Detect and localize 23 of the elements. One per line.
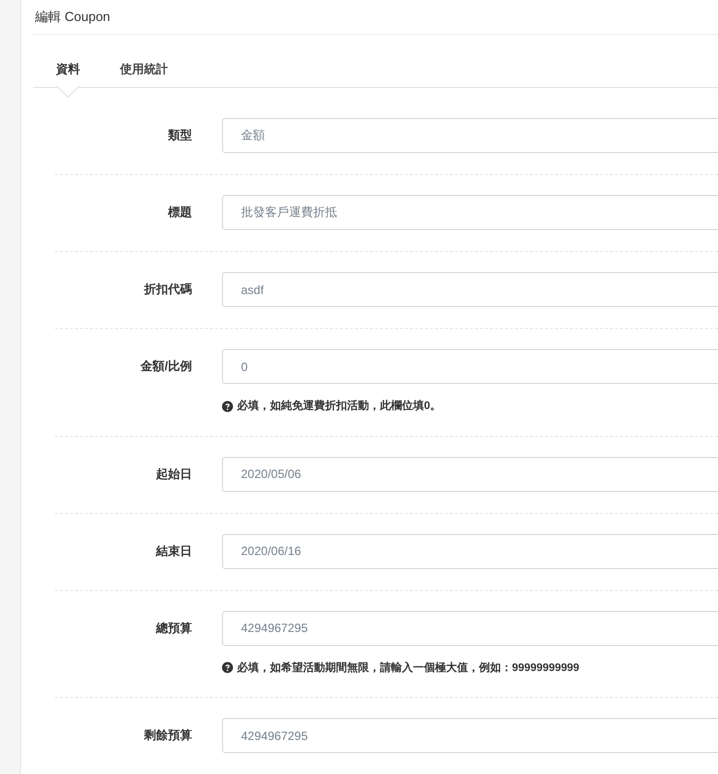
field-label: 起始日 bbox=[155, 466, 192, 482]
input-field[interactable]: asdf bbox=[222, 272, 718, 307]
input-field[interactable]: 4294967295 bbox=[222, 718, 718, 753]
help-icon bbox=[222, 400, 233, 412]
field-label: 折扣代碼 bbox=[142, 281, 192, 298]
field-label: 總預算 bbox=[154, 620, 192, 636]
input-field[interactable]: 金額 bbox=[222, 118, 718, 153]
hint-text: 必填，如希望活動期間無限，請輸入一個極大值，例如：99999999999 bbox=[237, 660, 580, 676]
input-field[interactable]: 4294967295 bbox=[222, 610, 718, 646]
input-field[interactable]: 0 bbox=[222, 349, 718, 384]
help-icon bbox=[222, 662, 233, 674]
input-field[interactable]: 2020/05/06 bbox=[222, 456, 718, 492]
tab[interactable]: 資料 bbox=[56, 50, 80, 87]
field-label: 金額/比例 bbox=[140, 358, 192, 375]
field-label: 標題 bbox=[166, 204, 192, 221]
field-label: 剩餘預算 bbox=[142, 727, 192, 744]
field-label: 結束日 bbox=[154, 542, 192, 560]
hint-text: 必填，如純免運費折扣活動，此欄位填0。 bbox=[237, 398, 442, 414]
input-field[interactable]: 2020/06/16 bbox=[222, 534, 718, 568]
page-title: 編輯 Coupon bbox=[34, 8, 110, 26]
tab[interactable]: 使用統計 bbox=[120, 50, 168, 87]
input-field[interactable]: 批發客戶運費折抵 bbox=[222, 195, 718, 230]
field-label: 類型 bbox=[166, 127, 192, 144]
